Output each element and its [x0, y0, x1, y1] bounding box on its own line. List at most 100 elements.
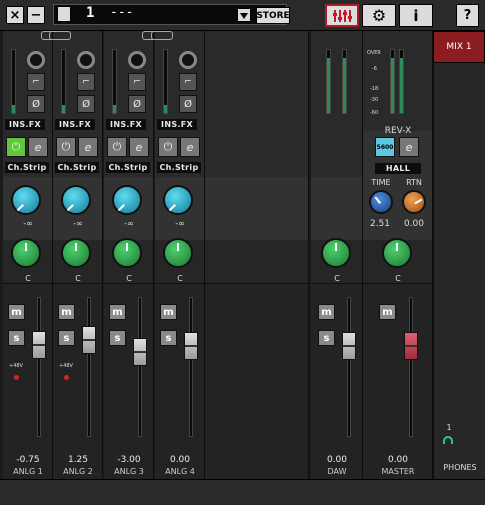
- minimize-button[interactable]: −: [27, 6, 45, 24]
- insfx-power-button[interactable]: ⏻: [158, 137, 178, 157]
- insfx-edit-button[interactable]: e: [78, 137, 98, 157]
- stereo-link-icon[interactable]: [49, 31, 71, 40]
- daw-name: DAW: [327, 467, 347, 476]
- input-meter: [11, 49, 16, 114]
- pan-value: C: [25, 274, 31, 283]
- phase-button[interactable]: Ø: [179, 95, 197, 113]
- hi-z-button[interactable]: ⌐: [128, 73, 146, 91]
- master-fader-track[interactable]: [409, 297, 413, 437]
- curve-icon: ⌐: [184, 77, 192, 87]
- pan-knob[interactable]: [11, 238, 41, 268]
- mix-1-tab[interactable]: MIX 1: [433, 31, 485, 63]
- info-button[interactable]: i: [399, 4, 433, 27]
- insfx-power-button[interactable]: ⏻: [56, 137, 76, 157]
- master-mute-button[interactable]: m: [379, 304, 396, 320]
- headphones-icon: [443, 436, 453, 444]
- hi-z-button[interactable]: ⌐: [27, 73, 45, 91]
- daw-fader-track[interactable]: [347, 297, 351, 437]
- insfx-edit-button[interactable]: e: [28, 137, 48, 157]
- chstrip-label: Ch.Strip: [5, 162, 49, 173]
- settings-button[interactable]: ⚙: [362, 4, 396, 27]
- master-pan-knob[interactable]: [382, 238, 412, 268]
- mixer-view-button[interactable]: [325, 4, 359, 27]
- daw-solo-button[interactable]: s: [318, 330, 335, 346]
- hi-z-button[interactable]: ⌐: [179, 73, 197, 91]
- fader-knob[interactable]: [184, 331, 198, 360]
- phantom-led[interactable]: [14, 375, 19, 380]
- mute-button[interactable]: m: [58, 304, 75, 320]
- master-fader-knob[interactable]: [404, 331, 418, 360]
- phantom-label: +48V: [59, 363, 73, 369]
- input-meter: [61, 49, 66, 114]
- hi-z-button[interactable]: ⌐: [77, 73, 95, 91]
- input-meter: [112, 49, 117, 114]
- channel-strip-anlg3: ⌐ Ø INS.FX ⏻ e Ch.Strip -∞ C m s -3.00 A…: [104, 31, 164, 480]
- fader-track[interactable]: [189, 297, 193, 437]
- gain-knob[interactable]: [11, 185, 41, 215]
- insfx-label: INS.FX: [5, 119, 45, 130]
- toolbar: × − 1 --- STORE ⚙ i ?: [0, 0, 485, 31]
- input-jack-icon: [27, 51, 45, 69]
- chstrip-label: Ch.Strip: [55, 162, 99, 173]
- power-icon: ⏻: [11, 140, 21, 153]
- insfx-edit-button[interactable]: e: [129, 137, 149, 157]
- store-button[interactable]: STORE: [256, 7, 290, 24]
- reverb-type-label: REV-X: [384, 126, 412, 136]
- solo-button[interactable]: s: [8, 330, 25, 346]
- daw-meter-r: [342, 49, 347, 114]
- phase-icon: Ø: [184, 98, 192, 110]
- mute-button[interactable]: m: [8, 304, 25, 320]
- phase-button[interactable]: Ø: [77, 95, 95, 113]
- insfx-edit-button[interactable]: e: [180, 137, 200, 157]
- reverb-time-label: TIME: [371, 178, 391, 187]
- daw-mute-button[interactable]: m: [318, 304, 335, 320]
- scene-name: ---: [110, 5, 134, 20]
- gain-knob[interactable]: [112, 185, 142, 215]
- fader-track[interactable]: [87, 297, 91, 437]
- reverb-time-knob[interactable]: [369, 190, 393, 214]
- insfx-power-button[interactable]: ⏻: [6, 137, 26, 157]
- daw-volume-value: 0.00: [326, 455, 348, 465]
- input-meter: [163, 49, 168, 114]
- reverb-preset-label: HALL: [375, 163, 421, 174]
- master-pan-value: C: [395, 274, 401, 283]
- fader-knob[interactable]: [82, 326, 96, 355]
- insfx-power-button[interactable]: ⏻: [107, 137, 127, 157]
- pan-knob[interactable]: [163, 238, 193, 268]
- input-jack-icon: [77, 51, 95, 69]
- daw-pan-knob[interactable]: [321, 238, 351, 268]
- fader-track[interactable]: [37, 297, 41, 437]
- gain-knob[interactable]: [163, 185, 193, 215]
- reverb-rtn-label: RTN: [406, 178, 422, 187]
- channel-name: ANLG 2: [63, 467, 93, 476]
- channel-strip-daw: C m s 0.00 DAW: [311, 31, 363, 480]
- reverb-rtn-knob[interactable]: [402, 190, 426, 214]
- fader-knob[interactable]: [32, 330, 46, 359]
- phase-button[interactable]: Ø: [128, 95, 146, 113]
- fader-knob[interactable]: [133, 338, 147, 367]
- pan-knob[interactable]: [61, 238, 91, 268]
- gain-knob[interactable]: [61, 185, 91, 215]
- scene-dropdown-icon[interactable]: [237, 8, 251, 22]
- master-meter-label-6: -6: [372, 66, 377, 72]
- solo-button[interactable]: s: [160, 330, 177, 346]
- reverb-edit-button[interactable]: e: [399, 137, 419, 157]
- mute-button[interactable]: m: [109, 304, 126, 320]
- insfx-label: INS.FX: [157, 119, 197, 130]
- daw-fader-knob[interactable]: [342, 331, 356, 360]
- solo-button[interactable]: s: [109, 330, 126, 346]
- phantom-led[interactable]: [64, 375, 69, 380]
- stereo-link-icon[interactable]: [151, 31, 173, 40]
- fader-track[interactable]: [138, 297, 142, 437]
- pan-knob[interactable]: [112, 238, 142, 268]
- power-icon: ⏻: [163, 140, 173, 153]
- channel-strip-anlg4: ⌐ Ø INS.FX ⏻ e Ch.Strip -∞ C m s 0.00 AN…: [151, 31, 205, 480]
- help-button[interactable]: ?: [456, 4, 479, 27]
- mute-button[interactable]: m: [160, 304, 177, 320]
- phones-label: PHONES: [443, 463, 477, 472]
- reverb-5600-button[interactable]: 5600: [375, 137, 395, 157]
- phase-button[interactable]: Ø: [27, 95, 45, 113]
- master-meter-label-over: OVER: [367, 50, 381, 56]
- solo-button[interactable]: s: [58, 330, 75, 346]
- close-button[interactable]: ×: [6, 6, 24, 24]
